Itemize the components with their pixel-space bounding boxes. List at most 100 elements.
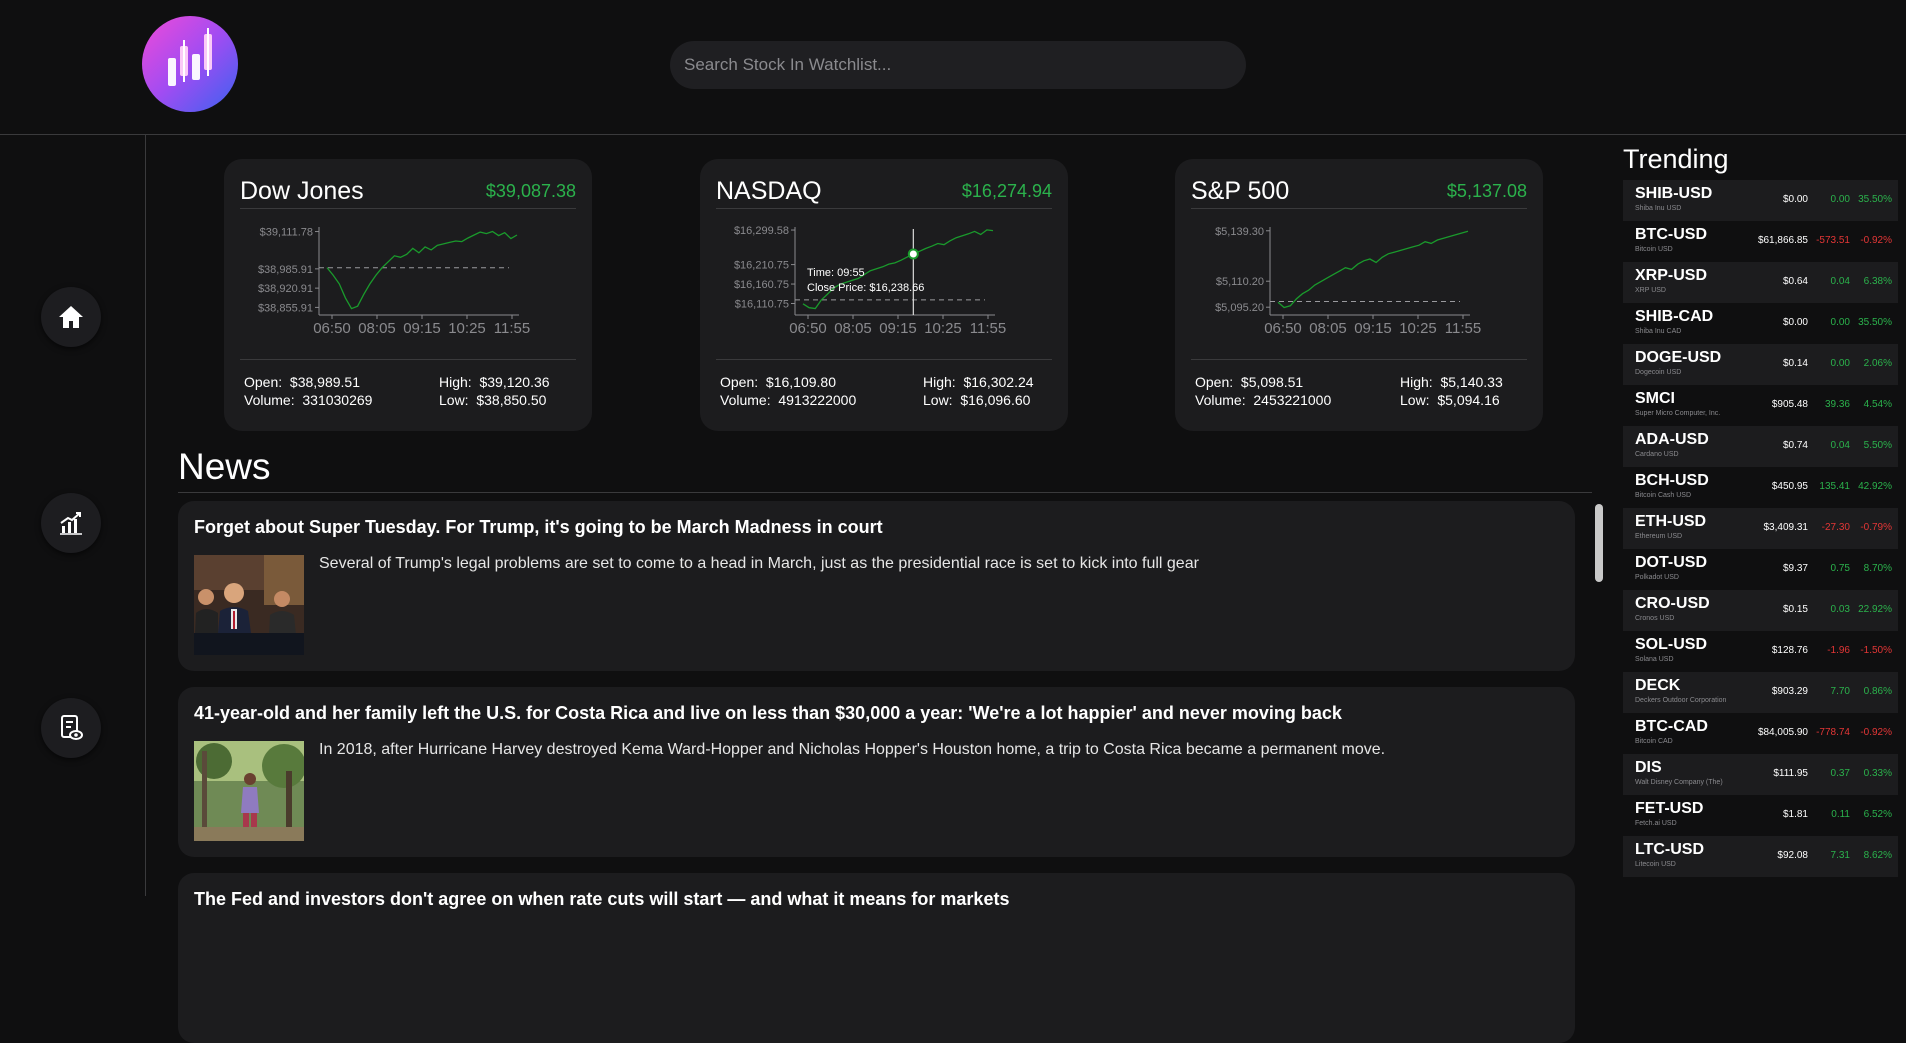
- ticker-price: $0.64: [1782, 276, 1808, 287]
- search-input[interactable]: [670, 41, 1246, 89]
- index-line-chart[interactable]: $5,139.30 $5,110.20 $5,095.2006:50 08:05 09:…: [1175, 219, 1543, 509]
- hover-point[interactable]: [907, 248, 919, 260]
- chart-icon: [60, 512, 82, 535]
- trending-row[interactable]: SMCI Super Micro Computer, Inc. $905.48 39.…: [1623, 385, 1898, 426]
- y-tick-label: $16,110.75: [735, 298, 789, 310]
- ticker-percent: 8.62%: [1863, 850, 1892, 861]
- ticker-symbol: BTC-CAD: [1635, 718, 1708, 735]
- index-card-dow-jones[interactable]: Dow Jones $39,087.38 $39,111.78 $38,985.9…: [224, 159, 592, 431]
- ticker-percent: 22.92%: [1858, 604, 1892, 615]
- ticker-percent: 5.50%: [1863, 440, 1892, 451]
- trending-row[interactable]: ETH-USD Ethereum USD $3,409.31 -27.30 -0.79%: [1623, 508, 1898, 549]
- trending-row[interactable]: SOL-USD Solana USD $128.76 -1.96 -1.50%: [1623, 631, 1898, 672]
- watchlist-button[interactable]: [41, 698, 101, 758]
- ticker-name: Shiba Inu USD: [1635, 205, 1682, 212]
- ticker-change: -573.51: [1816, 235, 1850, 246]
- index-name: S&P 500: [1191, 177, 1290, 205]
- index-line-chart[interactable]: $39,111.78 $38,985.91 $38,920.91 $38,855.91…: [224, 219, 592, 509]
- ticker-price: $9.37: [1782, 563, 1808, 574]
- trending-row[interactable]: LTC-USD Litecoin USD $92.08 7.31 8.62%: [1623, 836, 1898, 877]
- ticker-name: XRP USD: [1635, 287, 1666, 294]
- trending-row[interactable]: DOGE-USD Dogecoin USD $0.14 0.00 2.06%: [1623, 344, 1898, 385]
- news-article[interactable]: The Fed and investors don't agree on whe…: [178, 873, 1575, 1043]
- volume-stat: Volume: 4913222000: [720, 392, 857, 408]
- y-tick-label: $38,920.91: [258, 283, 313, 295]
- low-stat: Low: $5,094.16: [1400, 392, 1500, 408]
- volume-stat: Volume: 2453221000: [1195, 392, 1332, 408]
- index-line-chart[interactable]: $16,299.58 $16,210.75 $16,160.75 $16,110.75…: [700, 219, 1068, 509]
- ticker-price: $61,866.85: [1757, 235, 1808, 246]
- ticker-change: -778.74: [1816, 727, 1850, 738]
- trending-row[interactable]: SHIB-USD Shiba Inu USD $0.00 0.00 35.50%: [1623, 180, 1898, 221]
- ticker-symbol: DOT-USD: [1635, 554, 1707, 571]
- ticker-change: 0.00: [1830, 358, 1850, 369]
- ticker-price: $450.95: [1771, 481, 1808, 492]
- news-headline[interactable]: Forget about Super Tuesday. For Trump, i…: [194, 517, 883, 538]
- volume-stat: Volume: 331030269: [244, 392, 373, 408]
- divider: [716, 359, 1052, 360]
- price-line[interactable]: [1277, 230, 1469, 309]
- trending-row[interactable]: XRP-USD XRP USD $0.64 0.04 6.38%: [1623, 262, 1898, 303]
- x-tick-label: 08:05: [1309, 320, 1347, 337]
- ticker-price: $0.00: [1782, 317, 1808, 328]
- ticker-change: 7.31: [1830, 850, 1850, 861]
- price-line[interactable]: [326, 230, 518, 310]
- x-tick-label: 11:55: [1445, 320, 1481, 337]
- watchlist-icon: [61, 715, 83, 740]
- ticker-change: 0.04: [1830, 276, 1850, 287]
- trending-row[interactable]: DOT-USD Polkadot USD $9.37 0.75 8.70%: [1623, 549, 1898, 590]
- ticker-name: Deckers Outdoor Corporation: [1635, 697, 1727, 704]
- trending-row[interactable]: FET-USD Fetch.ai USD $1.81 0.11 6.52%: [1623, 795, 1898, 836]
- news-heading: News: [178, 446, 271, 487]
- ticker-price: $84,005.90: [1757, 727, 1808, 738]
- news-article[interactable]: 41-year-old and her family left the U.S.…: [178, 687, 1575, 857]
- ticker-price: $92.08: [1777, 850, 1808, 861]
- ticker-name: Bitcoin CAD: [1635, 738, 1673, 745]
- ticker-price: $0.15: [1782, 604, 1808, 615]
- divider: [716, 208, 1052, 209]
- ticker-name: Cardano USD: [1635, 451, 1679, 458]
- ticker-price: $903.29: [1771, 686, 1808, 697]
- app-logo[interactable]: [142, 16, 238, 112]
- ticker-symbol: SHIB-CAD: [1635, 308, 1714, 325]
- news-headline[interactable]: The Fed and investors don't agree on whe…: [194, 889, 1009, 910]
- x-tick-label: 06:50: [789, 320, 827, 337]
- ticker-symbol: ETH-USD: [1635, 513, 1707, 530]
- trending-row[interactable]: BTC-CAD Bitcoin CAD $84,005.90 -778.74 -0.92…: [1623, 713, 1898, 754]
- y-tick-label: $16,210.75: [734, 260, 789, 272]
- ticker-name: Shiba Inu CAD: [1635, 328, 1682, 335]
- news-thumbnail-image[interactable]: [194, 555, 304, 655]
- trending-row[interactable]: CRO-USD Cronos USD $0.15 0.03 22.92%: [1623, 590, 1898, 631]
- x-tick-label: 08:05: [834, 320, 872, 337]
- trending-row[interactable]: BCH-USD Bitcoin Cash USD $450.95 135.41 42.9…: [1623, 467, 1898, 508]
- chart-button[interactable]: [41, 493, 101, 553]
- ticker-symbol: SMCI: [1635, 390, 1675, 407]
- ticker-name: Dogecoin USD: [1635, 369, 1682, 376]
- news-article[interactable]: Forget about Super Tuesday. For Trump, i…: [178, 501, 1575, 671]
- ticker-percent: 4.54%: [1863, 399, 1892, 410]
- divider: [240, 208, 576, 209]
- trending-row[interactable]: DECK Deckers Outdoor Corporation $903.29 7.…: [1623, 672, 1898, 713]
- trending-row[interactable]: BTC-USD Bitcoin USD $61,866.85 -573.51 -0.92…: [1623, 221, 1898, 262]
- news-thumbnail-image[interactable]: [194, 741, 304, 841]
- ticker-price: $1.81: [1782, 809, 1808, 820]
- news-scrollbar[interactable]: [1595, 504, 1603, 582]
- ticker-change: 0.03: [1830, 604, 1850, 615]
- y-tick-label: $38,985.91: [258, 264, 313, 276]
- y-tick-label: $5,095.20: [1215, 302, 1264, 314]
- index-name: NASDAQ: [716, 177, 822, 205]
- trending-row[interactable]: SHIB-CAD Shiba Inu CAD $0.00 0.00 35.50%: [1623, 303, 1898, 344]
- home-button[interactable]: [41, 287, 101, 347]
- trending-row[interactable]: ADA-USD Cardano USD $0.74 0.04 5.50%: [1623, 426, 1898, 467]
- home-icon: [59, 306, 83, 328]
- news-headline[interactable]: 41-year-old and her family left the U.S.…: [194, 703, 1342, 724]
- divider: [240, 359, 576, 360]
- ticker-change: -27.30: [1821, 522, 1850, 533]
- trending-row[interactable]: DIS Walt Disney Company (The) $111.95 0.37 0…: [1623, 754, 1898, 795]
- index-card-sp500[interactable]: S&P 500 $5,137.08 $5,139.30 $5,110.20 $5,0…: [1175, 159, 1543, 431]
- ticker-percent: 8.70%: [1863, 563, 1892, 574]
- index-card-nasdaq[interactable]: NASDAQ $16,274.94 $16,299.58 $16,210.75 $1…: [700, 159, 1068, 431]
- ticker-change: 0.37: [1830, 768, 1850, 779]
- x-tick-label: 09:15: [403, 320, 441, 337]
- y-tick-label: $16,299.58: [734, 225, 789, 237]
